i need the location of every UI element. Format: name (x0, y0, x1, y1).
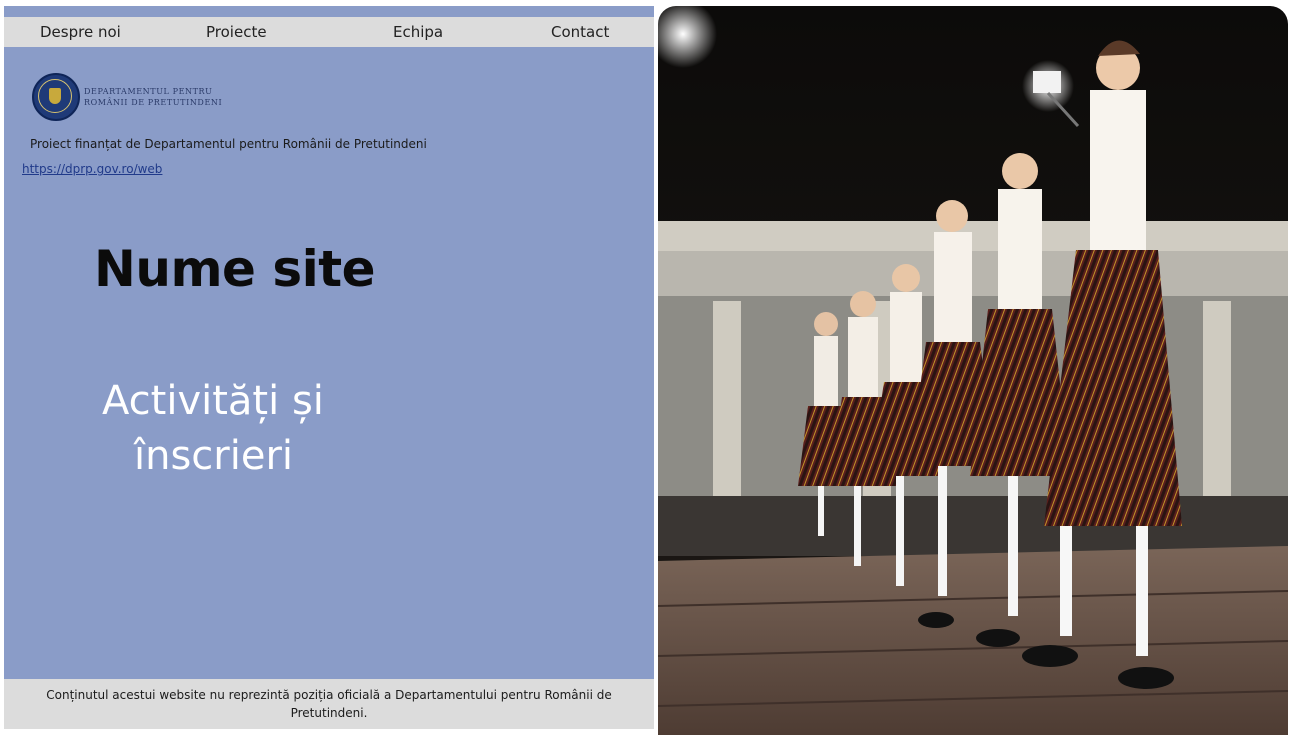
activities-line-1: Activități și (102, 378, 324, 424)
nav-echipa[interactable]: Echipa (393, 17, 443, 47)
logo-line-1: Departamentul pentru (84, 87, 213, 96)
nav-proiecte[interactable]: Proiecte (206, 17, 267, 47)
top-navigation: Despre noi Proiecte Echipa Contact (4, 17, 654, 47)
activities-heading: Activități și înscrieri (102, 374, 442, 484)
nav-despre-noi[interactable]: Despre noi (40, 17, 121, 47)
activities-line-2: înscrieri (134, 433, 294, 479)
nav-contact[interactable]: Contact (551, 17, 609, 47)
folk-dancers-photo (658, 6, 1288, 735)
footer-disclaimer: Conținutul acestui website nu reprezintă… (4, 679, 654, 729)
logo-text: Departamentul pentru Românii de pretutin… (84, 86, 284, 108)
site-title: Nume site (94, 240, 376, 298)
dprp-link[interactable]: https://dprp.gov.ro/web (22, 162, 162, 176)
funding-text: Proiect finanțat de Departamentul pentru… (30, 137, 427, 151)
left-panel: Despre noi Proiecte Echipa Contact Depar… (4, 6, 654, 729)
government-seal-icon (32, 73, 80, 121)
logo-line-2: Românii de pretutindeni (84, 98, 223, 107)
